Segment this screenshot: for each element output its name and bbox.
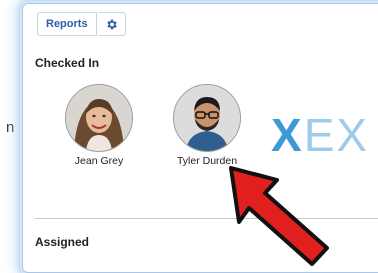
brand-logo-text: EX [303,109,370,161]
cropped-text-fragment: n [6,119,15,136]
avatar-woman [66,85,132,151]
reports-tab[interactable]: Reports [37,12,97,36]
settings-button[interactable] [98,12,126,36]
avatar[interactable] [173,84,241,152]
screenshot-stage: n Reports Checked In Jean Grey Tyler Dur… [0,0,378,273]
toolbar: Reports [37,12,126,36]
person-name: Jean Grey [74,155,124,167]
person-card-tyler-durden[interactable]: Tyler Durden [162,84,252,167]
avatar[interactable] [65,84,133,152]
red-pointer-arrow-icon [229,166,329,266]
section-title-checked-in: Checked In [35,56,100,70]
reports-tab-label: Reports [46,18,88,30]
brand-logo-watermark: XEX [271,110,369,160]
person-card-jean-grey[interactable]: Jean Grey [54,84,144,167]
gear-icon [107,19,117,29]
section-title-assigned: Assigned [35,235,90,249]
avatar-man [174,85,240,151]
brand-logo-x: X [271,109,304,161]
